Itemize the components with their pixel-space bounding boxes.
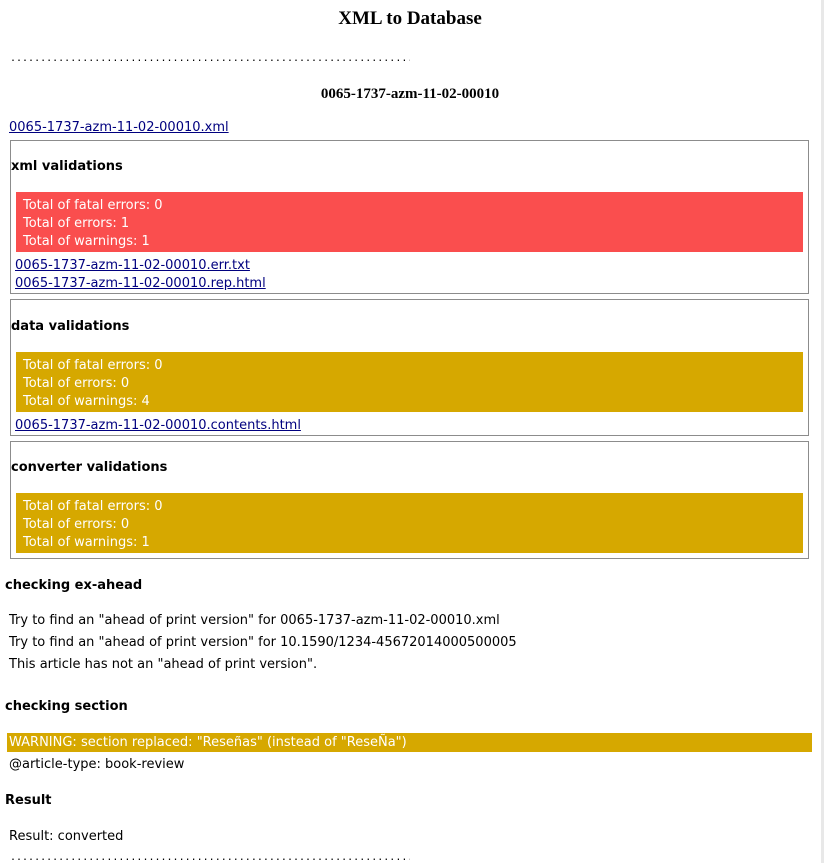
section-warning-bar: WARNING: section replaced: "Reseñas" (in… xyxy=(7,733,812,752)
warnings-count: Total of warnings: 1 xyxy=(23,535,150,550)
ex-ahead-line: Try to find an "ahead of print version" … xyxy=(9,613,500,628)
err-txt-link[interactable]: 0065-1737-azm-11-02-00010.err.txt xyxy=(15,258,250,273)
converter-validations-title: converter validations xyxy=(11,460,168,475)
checking-section-heading: checking section xyxy=(5,699,128,714)
errors-count: Total of errors: 0 xyxy=(23,517,130,532)
page-title: XML to Database xyxy=(338,8,482,29)
data-validations-title: data validations xyxy=(11,319,130,334)
ex-ahead-heading: checking ex-ahead xyxy=(5,578,143,593)
warnings-count: Total of warnings: 4 xyxy=(23,394,150,409)
contents-html-link[interactable]: 0065-1737-azm-11-02-00010.contents.html xyxy=(15,418,301,433)
warnings-count: Total of warnings: 1 xyxy=(23,234,150,249)
xml-file-link[interactable]: 0065-1737-azm-11-02-00010.xml xyxy=(9,120,229,135)
fatal-errors-count: Total of fatal errors: 0 xyxy=(23,358,163,373)
result-text: Result: converted xyxy=(9,829,124,844)
fatal-errors-count: Total of fatal errors: 0 xyxy=(23,198,163,213)
xml-validations-box: xml validations Total of fatal errors: 0… xyxy=(10,140,809,294)
dotted-separator-top: ........................................… xyxy=(10,57,410,63)
document-title: 0065-1737-azm-11-02-00010 xyxy=(320,86,500,102)
ex-ahead-line: This article has not an "ahead of print … xyxy=(9,657,318,672)
article-type-text: @article-type: book-review xyxy=(9,757,185,772)
ex-ahead-line: Try to find an "ahead of print version" … xyxy=(9,635,517,650)
errors-count: Total of errors: 1 xyxy=(23,216,130,231)
xml-validations-title: xml validations xyxy=(11,159,123,174)
result-heading: Result xyxy=(5,793,52,808)
rep-html-link[interactable]: 0065-1737-azm-11-02-00010.rep.html xyxy=(15,276,266,291)
dotted-separator-bottom: ........................................… xyxy=(10,856,410,862)
xml-validations-report: Total of fatal errors: 0 Total of errors… xyxy=(16,192,803,252)
data-validations-box: data validations Total of fatal errors: … xyxy=(10,299,809,436)
fatal-errors-count: Total of fatal errors: 0 xyxy=(23,499,163,514)
data-validations-report: Total of fatal errors: 0 Total of errors… xyxy=(16,352,803,412)
converter-validations-report: Total of fatal errors: 0 Total of errors… xyxy=(16,493,803,553)
converter-validations-box: converter validations Total of fatal err… xyxy=(10,441,809,559)
errors-count: Total of errors: 0 xyxy=(23,376,130,391)
